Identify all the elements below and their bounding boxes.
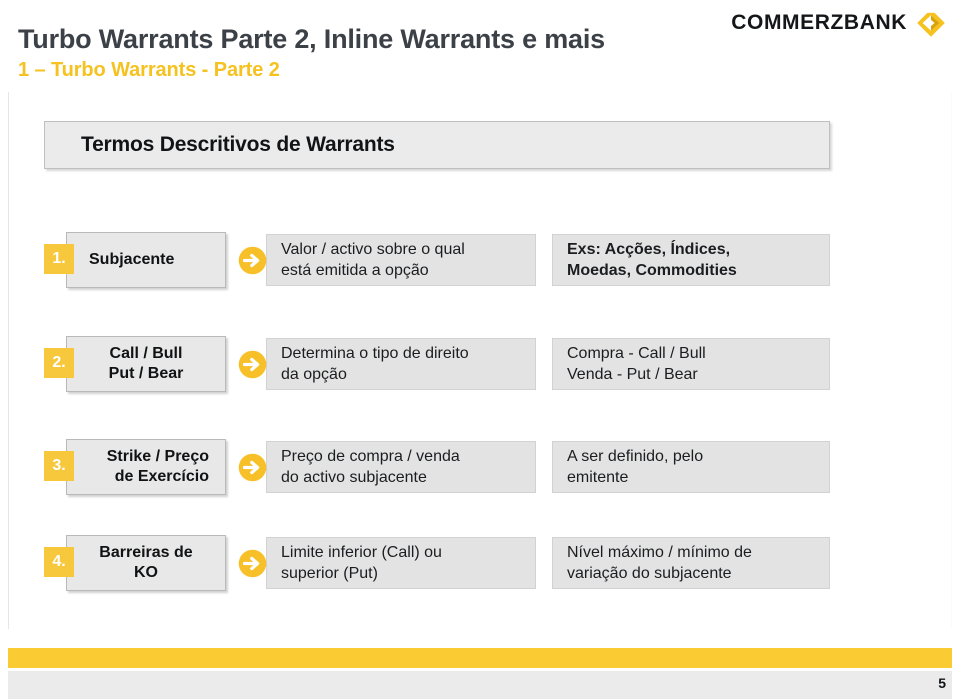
page-subtitle: 1 – Turbo Warrants - Parte 2 [18,59,280,81]
term-example-box: A ser definido, pelo emitente [552,441,830,493]
term-description-box: Determina o tipo de direito da opção [266,338,536,390]
section-title-text: Termos Descritivos de Warrants [81,133,395,156]
term-label-line: de Exercício [114,468,209,485]
section-title-bar: Termos Descritivos de Warrants [44,121,830,169]
commerzbank-logo: COMMERZBANK [731,8,946,38]
term-example-box: Nível máximo / mínimo de variação do sub… [552,537,830,589]
term-label-box: Strike / Preço de Exercício [66,439,226,495]
row-number-badge: 3. [44,451,74,481]
term-example-line: Moedas, Commodities [567,262,737,279]
term-description-box: Preço de compra / venda do activo subjac… [266,441,536,493]
term-example-box: Exs: Acções, Índices, Moedas, Commoditie… [552,234,830,286]
term-label-box: Barreiras de KO [66,535,226,591]
term-label-line: Subjacente [89,251,175,268]
term-label-line: Put / Bear [108,365,184,382]
term-example-line: variação do subjacente [567,565,732,582]
term-description-line: está emitida a opção [281,262,429,279]
term-example-box: Compra - Call / Bull Venda - Put / Bear [552,338,830,390]
term-row: 1. Subjacente Valor / activo sobre o qua… [0,232,960,288]
slide-header: Turbo Warrants Parte 2, Inline Warrants … [0,0,960,92]
term-label-box: Subjacente [66,232,226,288]
row-number-badge: 1. [44,244,74,274]
term-description-line: Limite inferior (Call) ou [281,544,442,561]
page-title: Turbo Warrants Parte 2, Inline Warrants … [18,24,605,54]
term-label-line: KO [134,564,158,581]
term-description-line: Determina o tipo de direito [281,345,469,362]
term-example-line: A ser definido, pelo [567,448,704,465]
logo-wordmark: COMMERZBANK [731,11,907,34]
footer-bar [8,671,952,699]
commerzbank-chevron-icon [917,8,945,37]
term-description-line: superior (Put) [281,565,378,582]
term-description-line: da opção [281,366,347,383]
arrow-right-circle-icon [238,246,267,275]
arrow-right-circle-icon [238,453,267,482]
term-description-line: Preço de compra / venda [281,448,460,465]
term-row: 2. Call / Bull Put / Bear Determina o ti… [0,336,960,392]
term-row: 4. Barreiras de KO Limite inferior (Call… [0,535,960,591]
term-example-line: Exs: Acções, Índices, [567,241,731,258]
term-description-line: do activo subjacente [281,469,427,486]
footer-accent-band [8,648,952,668]
arrow-right-circle-icon [238,350,267,379]
term-label-box: Call / Bull Put / Bear [66,336,226,392]
term-description-box: Limite inferior (Call) ou superior (Put) [266,537,536,589]
term-row: 3. Strike / Preço de Exercício Preço de … [0,439,960,495]
row-number-badge: 4. [44,547,74,577]
term-label-line: Strike / Preço [106,448,209,465]
term-description-box: Valor / activo sobre o qual está emitida… [266,234,536,286]
term-example-line: emitente [567,469,629,486]
page-number: 5 [938,675,946,691]
term-description-line: Valor / activo sobre o qual [281,241,465,258]
term-example-line: Venda - Put / Bear [567,366,698,383]
arrow-right-circle-icon [238,549,267,578]
row-number-badge: 2. [44,348,74,378]
term-example-line: Compra - Call / Bull [567,345,706,362]
term-example-line: Nível máximo / mínimo de [567,544,752,561]
term-label-line: Call / Bull [109,345,183,362]
term-label-line: Barreiras de [99,544,193,561]
